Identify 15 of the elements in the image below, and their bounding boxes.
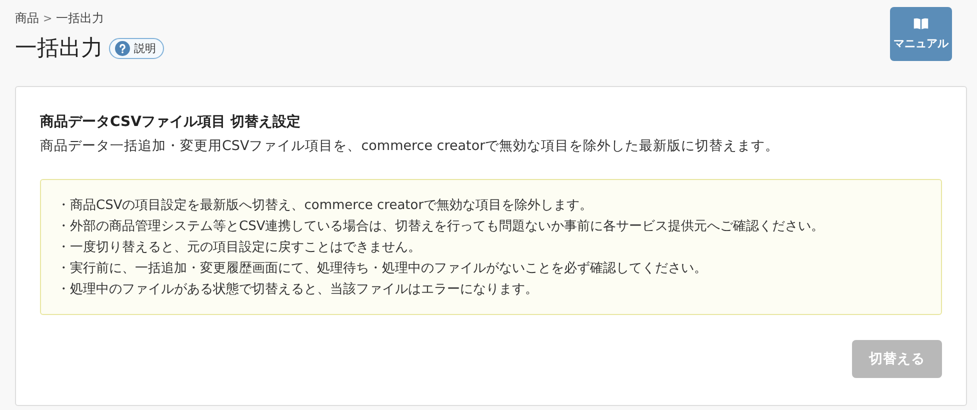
notice-text: ・商品CSVの項目設定を最新版へ切替え、commerce creatorで無効な項目を除外します。: [57, 197, 594, 215]
notice-text: ・一度切り替えると、元の項目設定に戻すことはできません。: [57, 239, 422, 257]
help-button[interactable]: 説明: [109, 38, 164, 58]
help-icon: [115, 40, 130, 56]
breadcrumb-separator: >: [43, 12, 52, 25]
page-title: 一括出力: [15, 35, 103, 63]
manual-button[interactable]: マニュアル: [890, 7, 952, 61]
breadcrumb-current: 一括出力: [56, 10, 104, 27]
notice-text: ・実行前に、一括追加・変更履歴画面にて、処理待ち・処理中のファイルがないことを必ず確認してください。: [57, 260, 708, 278]
book-icon: [913, 17, 929, 30]
card-description: 商品データ一括追加・変更用CSVファイル項目を、commerce creatorで無効な項目を除外した最新版に切替えます。: [40, 137, 780, 155]
notice-text: ・外部の商品管理システム等とCSV連携している場合は、切替えを行っても問題ないか事前に各サービス提供元へご確認ください。: [57, 218, 826, 236]
card-title: 商品データCSVファイル項目 切替え設定: [40, 113, 302, 131]
breadcrumb-link[interactable]: 商品: [15, 10, 39, 27]
notice-text: ・処理中のファイルがある状態で切替えると、当該ファイルはエラーになります。: [57, 281, 539, 299]
